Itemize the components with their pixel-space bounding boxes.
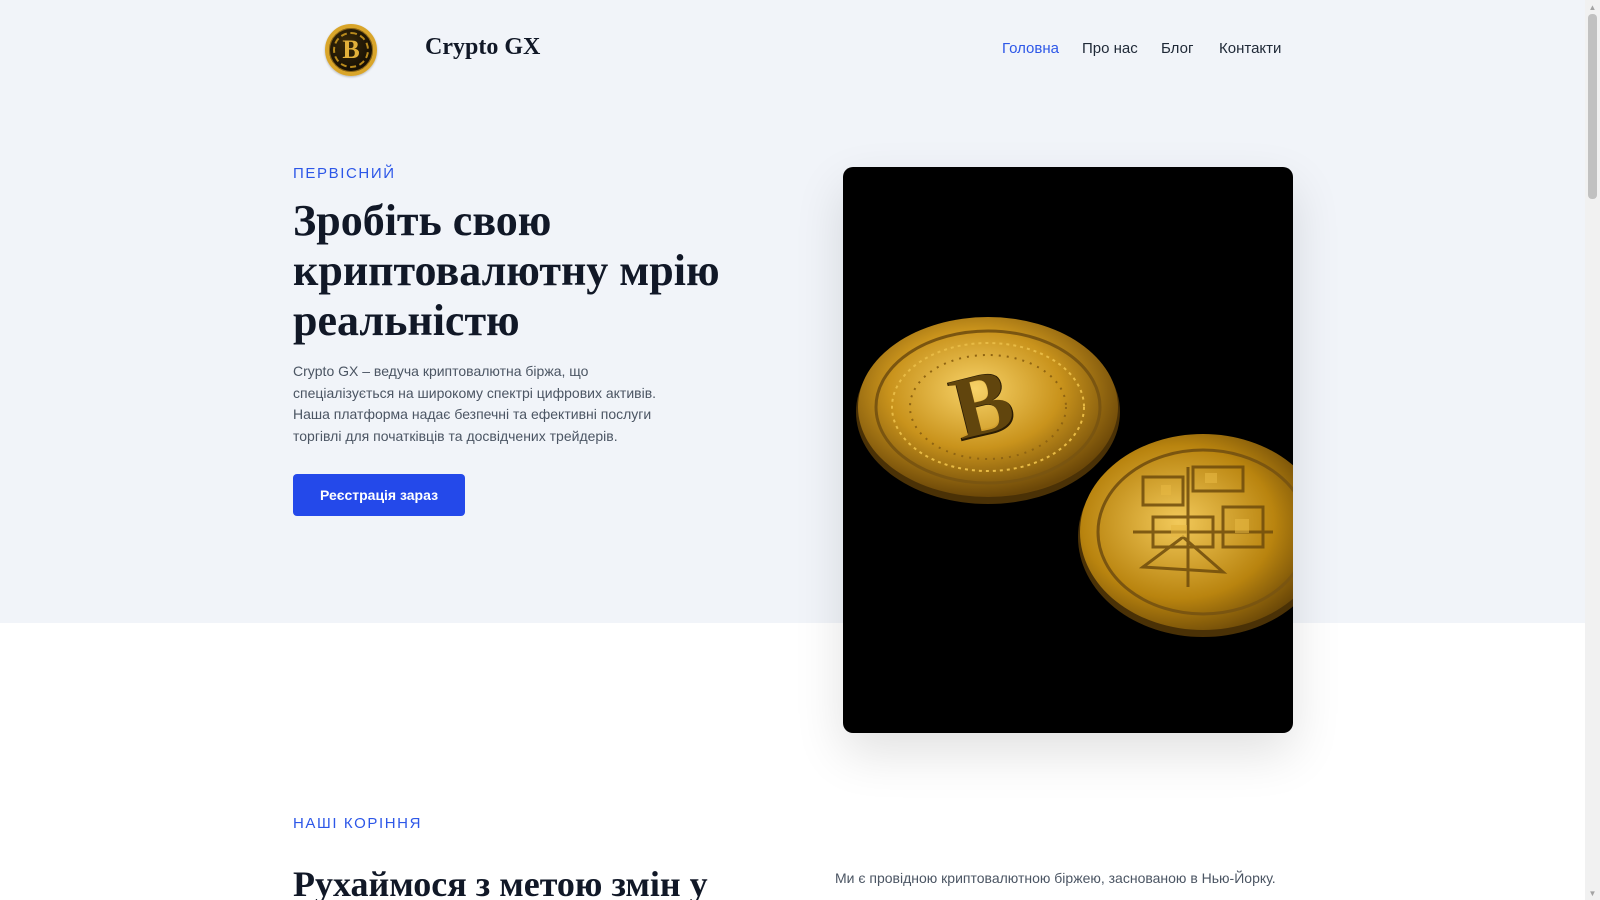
- roots-description: Ми є провідною криптовалютною біржею, за…: [835, 870, 1276, 886]
- page: B Crypto GX Головна Про нас Блог Контакт…: [0, 0, 1585, 900]
- register-now-button[interactable]: Реєстрація зараз: [293, 474, 465, 516]
- vertical-scrollbar[interactable]: ▲ ▼: [1585, 0, 1600, 900]
- hero-eyebrow: ПЕРВІСНИЙ: [293, 165, 396, 182]
- nav-link-home[interactable]: Головна: [1002, 40, 1059, 57]
- roots-title: Рухаймося з метою змін у: [293, 864, 708, 900]
- roots-eyebrow: НАШІ КОРІННЯ: [293, 815, 423, 832]
- bitcoin-coin-back: [1078, 434, 1293, 637]
- scrollbar-thumb[interactable]: [1588, 14, 1597, 199]
- nav-link-contacts[interactable]: Контакти: [1219, 40, 1281, 57]
- hero-description: Crypto GX – ведуча криптовалютна біржа, …: [293, 363, 657, 444]
- hero-title: Зробіть свою криптовалютну мрію реальніс…: [293, 196, 720, 345]
- scroll-down-arrow-icon[interactable]: ▼: [1585, 886, 1600, 900]
- scroll-up-arrow-icon[interactable]: ▲: [1585, 0, 1600, 14]
- hero-background: [0, 0, 1585, 623]
- nav-link-blog[interactable]: Блог: [1161, 40, 1193, 57]
- hero-bitcoin-image: B B: [843, 167, 1293, 733]
- nav-link-about[interactable]: Про нас: [1082, 40, 1138, 57]
- main-nav: Головна Про нас Блог Контакти: [0, 40, 1585, 62]
- bitcoin-coin-front: B B: [856, 317, 1120, 504]
- bitcoin-coins-illustration: B B: [856, 317, 1293, 637]
